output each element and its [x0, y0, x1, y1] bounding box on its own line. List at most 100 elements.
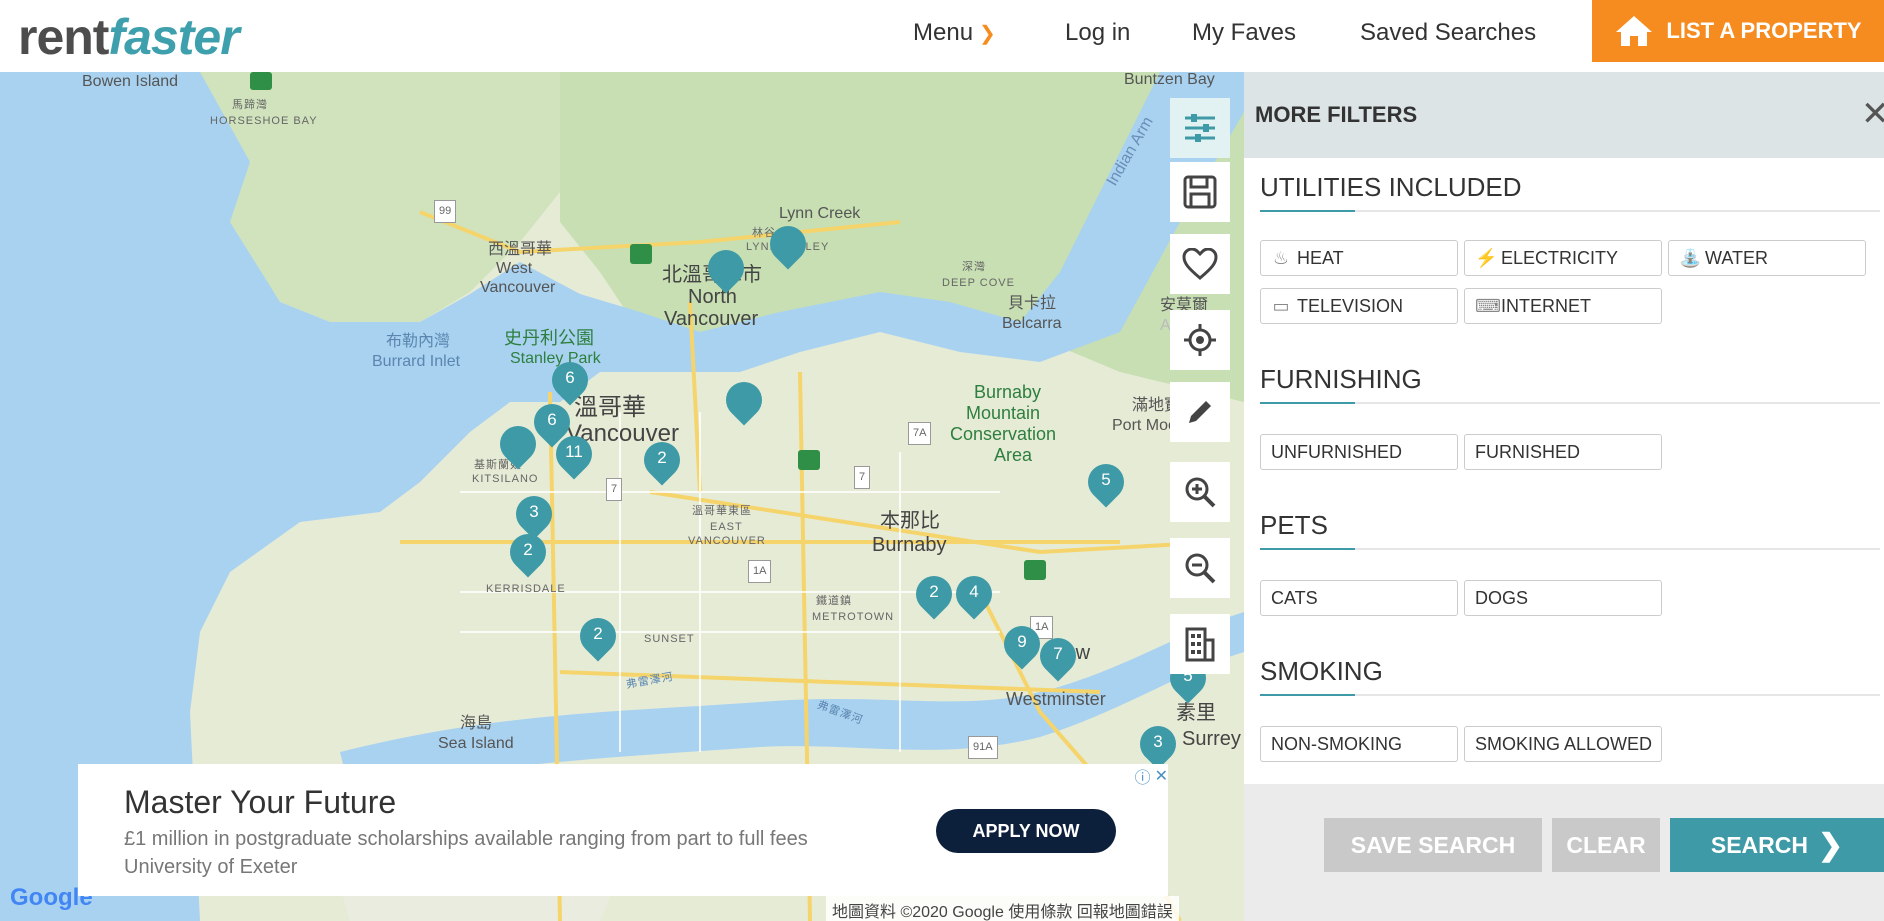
listing-pin-cluster[interactable]: 2	[502, 526, 554, 578]
list-property-button[interactable]: LIST A PROPERTY	[1592, 0, 1884, 62]
highway-91a-shield: 91A	[968, 736, 998, 759]
map-label-burrard-zh: 布勒內灣	[386, 333, 451, 350]
saved-searches-link[interactable]: Saved Searches	[1360, 19, 1536, 47]
ad-title[interactable]: Master Your Future	[124, 784, 396, 821]
flame-icon: ♨	[1272, 247, 1290, 268]
map-label-sea-island: Sea Island	[438, 735, 514, 752]
filter-television[interactable]: ▭ TELEVISION	[1260, 288, 1458, 324]
highway-7-shield: 7	[606, 478, 623, 501]
info-icon[interactable]: ⓘ	[1135, 764, 1151, 788]
highway-7b-shield: 7	[854, 466, 871, 489]
tv-icon: ▭	[1272, 295, 1290, 316]
section-divider	[1260, 548, 1880, 550]
draw-tool-button[interactable]	[1170, 382, 1230, 442]
building-tool-button[interactable]	[1170, 614, 1230, 674]
filters-tool-button[interactable]	[1170, 98, 1230, 158]
furnishing-title: FURNISHING	[1260, 364, 1422, 394]
map-label-buntzen: Buntzen Bay	[1124, 72, 1215, 88]
sliders-icon	[1185, 114, 1215, 142]
zoom-out-button[interactable]	[1170, 538, 1230, 598]
map-label-west-van-zh: 西溫哥華	[488, 241, 553, 258]
map-label-surrey-zh: 素里	[1176, 702, 1216, 724]
map-label-deep-cove: DEEP COVE	[942, 277, 1015, 289]
ad-choices[interactable]: ⓘ ✕	[1122, 764, 1168, 788]
map-label-horseshoe: HORSESHOE BAY	[210, 115, 318, 127]
filter-cats[interactable]: CATS	[1260, 580, 1458, 616]
map-label-belcarra: Belcarra	[1002, 315, 1062, 332]
listing-pin-cluster[interactable]: 2	[908, 568, 960, 620]
listing-pin-cluster[interactable]: 7	[1032, 630, 1084, 682]
filter-smoking-allowed[interactable]: SMOKING ALLOWED	[1464, 726, 1662, 762]
filter-internet[interactable]: ⌨ INTERNET	[1464, 288, 1662, 324]
map-label-burrard: Burrard Inlet	[372, 353, 461, 370]
login-link[interactable]: Log in	[1065, 19, 1130, 47]
map-label-new-west-2: Westminster	[1006, 689, 1106, 709]
close-panel-icon[interactable]: ✕	[1861, 94, 1884, 134]
map-label-north-van-2: Vancouver	[664, 308, 759, 330]
section-divider	[1260, 210, 1880, 212]
locate-tool-button[interactable]	[1170, 310, 1230, 370]
map-label-sunset: SUNSET	[644, 633, 695, 645]
section-divider	[1260, 402, 1880, 404]
map-attribution[interactable]: 地圖資料 ©2020 Google 使用條款 回報地圖錯誤	[826, 896, 1179, 921]
building-icon	[1185, 627, 1215, 662]
filter-electricity[interactable]: ⚡ ELECTRICITY	[1464, 240, 1662, 276]
top-header: rentfaster Menu ❯ Log in My Faves Saved S…	[0, 0, 1884, 73]
menu-dropdown[interactable]: Menu ❯	[913, 19, 996, 47]
chevron-down-icon: ❯	[979, 23, 996, 45]
listing-pin-cluster[interactable]: 2	[636, 434, 688, 486]
filter-non-smoking[interactable]: NON-SMOKING	[1260, 726, 1458, 762]
clear-button[interactable]: CLEAR	[1552, 818, 1660, 872]
save-search-tool-button[interactable]	[1170, 162, 1230, 222]
favorites-tool-button[interactable]	[1170, 234, 1230, 294]
listing-pin-cluster[interactable]: 2	[572, 610, 624, 662]
crosshair-icon	[1184, 324, 1216, 356]
listing-pin-cluster[interactable]: 5	[1080, 456, 1132, 508]
rentfaster-logo[interactable]: rentfaster	[18, 8, 240, 66]
lightning-icon: ⚡	[1475, 247, 1498, 268]
save-search-button[interactable]: SAVE SEARCH	[1324, 818, 1542, 872]
apply-now-button[interactable]: APPLY NOW	[936, 809, 1116, 853]
map-label-burnaby-mtn-3: Conservation	[950, 424, 1057, 444]
park-marker-icon	[798, 450, 820, 470]
filter-heat[interactable]: ♨ HEAT	[1260, 240, 1458, 276]
close-icon[interactable]: ✕	[1155, 766, 1168, 786]
my-faves-link[interactable]: My Faves	[1192, 19, 1296, 47]
listing-pin-cluster[interactable]: 11	[548, 428, 600, 480]
map-label-kits: KITSILANO	[472, 473, 539, 485]
map-label-metrotown: METROTOWN	[812, 611, 895, 623]
chevron-right-icon: ❯	[1817, 828, 1844, 862]
pencil-icon	[1189, 401, 1211, 423]
panel-title: MORE FILTERS	[1255, 102, 1418, 127]
map-label-burnaby-zh: 本那比	[880, 510, 940, 532]
map-label-kerrisdale: KERRISDALE	[486, 583, 566, 595]
filter-water[interactable]: ⛲ WATER	[1668, 240, 1866, 276]
laptop-icon: ⌨	[1475, 295, 1501, 316]
filter-dogs[interactable]: DOGS	[1464, 580, 1662, 616]
map-label-west-van-1: West	[496, 260, 533, 277]
ad-text: £1 million in postgraduate scholarships …	[124, 828, 808, 850]
heart-icon	[1182, 248, 1218, 280]
map-label-burnaby-mtn-2: Mountain	[966, 403, 1041, 423]
listing-pin[interactable]	[718, 374, 770, 426]
listing-pin[interactable]	[762, 218, 814, 270]
map-label-bowen: Bowen Island	[82, 73, 179, 90]
filter-unfurnished[interactable]: UNFURNISHED	[1260, 434, 1458, 470]
zoom-in-icon	[1185, 477, 1216, 508]
map-label-surrey: Surrey	[1182, 728, 1241, 750]
park-marker-icon	[630, 244, 652, 264]
advertisement-banner[interactable]: Master Your Future £1 million in postgra…	[78, 764, 1168, 896]
park-marker-icon	[250, 72, 272, 90]
listing-pin[interactable]	[700, 242, 752, 294]
listing-pin-cluster[interactable]: 9	[996, 618, 1048, 670]
listing-pin-cluster[interactable]: 6	[544, 354, 596, 406]
listing-pin[interactable]	[492, 418, 544, 470]
listing-pin-cluster[interactable]: 4	[948, 568, 1000, 620]
search-button[interactable]: SEARCH ❯	[1670, 818, 1884, 872]
filter-furnished[interactable]: FURNISHED	[1464, 434, 1662, 470]
zoom-in-button[interactable]	[1170, 462, 1230, 522]
home-icon	[1616, 16, 1653, 46]
highway-1a-shield: 1A	[748, 560, 772, 583]
pets-title: PETS	[1260, 510, 1328, 540]
highway-7a-shield: 7A	[908, 422, 932, 445]
